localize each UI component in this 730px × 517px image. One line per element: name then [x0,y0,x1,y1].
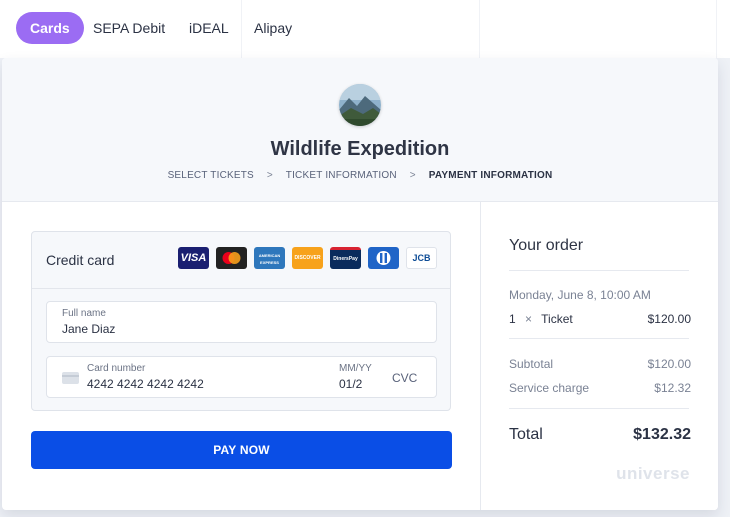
total-line: Total $132.32 [509,426,691,444]
multiply-sign: × [525,312,533,326]
summary-divider [509,408,689,409]
full-name-field[interactable]: Full name Jane Diaz [46,301,437,343]
event-title: Wildlife Expedition [270,138,450,160]
order-summary-title: Your order [509,237,584,254]
checkout-card: Wildlife Expedition SELECT TICKETS > TIC… [2,58,718,510]
total-label: Total [509,426,543,443]
tab-sepa-debit[interactable]: SEPA Debit [79,12,179,44]
full-name-input[interactable]: Jane Diaz [62,322,115,336]
dinerspay-logo-icon: DinersPay [330,247,361,269]
tab-ideal[interactable]: iDEAL [175,12,243,44]
breadcrumb-select-tickets[interactable]: SELECT TICKETS [168,170,254,181]
ticket-label: Ticket [541,312,573,326]
universe-logo: universe [616,464,690,483]
service-charge-value: $12.32 [654,381,691,395]
service-charge-label: Service charge [509,381,590,395]
cvc-input[interactable]: CVC [392,371,417,385]
amex-logo-icon: AMERICAN EXPRESS [254,247,285,269]
service-charge-line: Service charge $12.32 [509,381,691,395]
full-name-label: Full name [62,308,106,319]
checkout-header: Wildlife Expedition SELECT TICKETS > TIC… [2,58,718,202]
subtotal-value: $120.00 [647,357,691,371]
mastercard-logo-icon [216,247,247,269]
credit-card-title: Credit card [46,252,115,268]
mountain-landscape-image [339,84,381,126]
tab-alipay[interactable]: Alipay [240,12,306,44]
event-avatar [339,84,381,126]
expiry-input[interactable]: 01/2 [339,377,362,391]
breadcrumb: SELECT TICKETS > TICKET INFORMATION > PA… [2,170,718,181]
jcb-logo-icon: JCB [406,247,437,269]
breadcrumb-ticket-information[interactable]: TICKET INFORMATION [286,170,397,181]
summary-divider [509,338,689,339]
expiry-label: MM/YY [339,363,372,374]
card-number-input[interactable]: 4242 4242 4242 4242 [87,377,204,391]
ticket-line: 1 × Ticket $120.00 [509,312,691,326]
tab-divider [479,0,480,58]
tab-cards[interactable]: Cards [16,12,84,44]
breadcrumb-payment-information: PAYMENT INFORMATION [428,170,553,181]
diners-club-logo-icon [368,247,399,269]
ticket-quantity: 1 [509,312,516,326]
card-details-field[interactable]: Card number 4242 4242 4242 4242 MM/YY 01… [46,356,437,398]
visa-logo-icon: VISA [178,247,209,269]
credit-card-form: Credit card VISA AMERICAN EXPRESS DISCOV… [31,231,451,411]
tab-divider [716,0,717,58]
credit-card-icon [62,372,79,384]
payment-method-tabs: Cards SEPA Debit iDEAL Alipay [0,0,730,58]
form-divider [32,288,450,289]
subtotal-line: Subtotal $120.00 [509,357,691,371]
pay-now-button[interactable]: PAY NOW [31,431,452,469]
summary-divider [509,270,689,271]
chevron-right-icon: > [409,170,416,181]
event-date: Monday, June 8, 10:00 AM [509,288,651,302]
chevron-right-icon: > [266,170,273,181]
order-summary: Your order Monday, June 8, 10:00 AM 1 × … [480,202,718,510]
ticket-price: $120.00 [647,312,691,326]
subtotal-label: Subtotal [509,357,554,371]
total-value: $132.32 [633,426,691,443]
card-number-label: Card number [87,363,146,374]
discover-logo-icon: DISCOVER [292,247,323,269]
